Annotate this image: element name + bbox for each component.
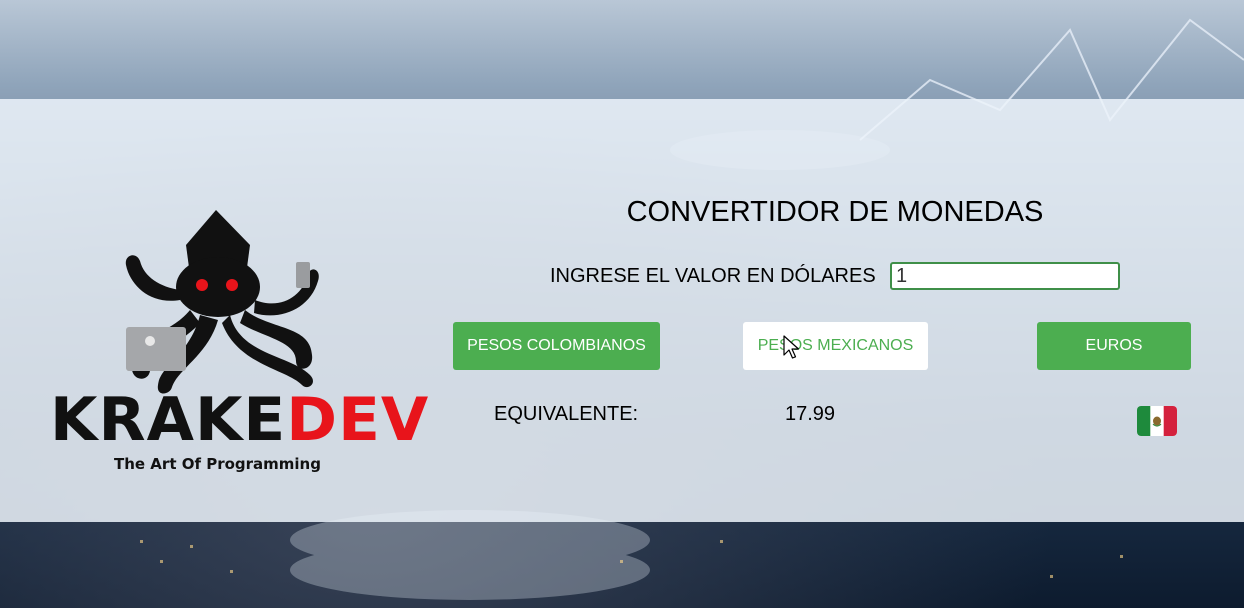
convert-euros-button[interactable]: EUROS xyxy=(1037,322,1191,370)
equivalent-value: 17.99 xyxy=(785,403,836,425)
mexico-flag-icon xyxy=(1137,406,1177,436)
equivalent-label: EQUIVALENTE: xyxy=(494,403,639,425)
convert-colombian-pesos-button[interactable]: PESOS COLOMBIANOS xyxy=(453,322,660,370)
brand-tagline: The Art Of Programming xyxy=(114,455,321,473)
amount-label: INGRESE EL VALOR EN DÓLARES xyxy=(550,265,876,287)
convert-mexican-pesos-button[interactable]: PESOS MEXICANOS xyxy=(743,322,928,370)
amount-input[interactable] xyxy=(890,262,1120,290)
mouse-cursor-icon xyxy=(783,335,800,359)
page-title: CONVERTIDOR DE MONEDAS xyxy=(626,196,1044,228)
brand-logo-text: KRAKEDEV xyxy=(50,385,430,455)
